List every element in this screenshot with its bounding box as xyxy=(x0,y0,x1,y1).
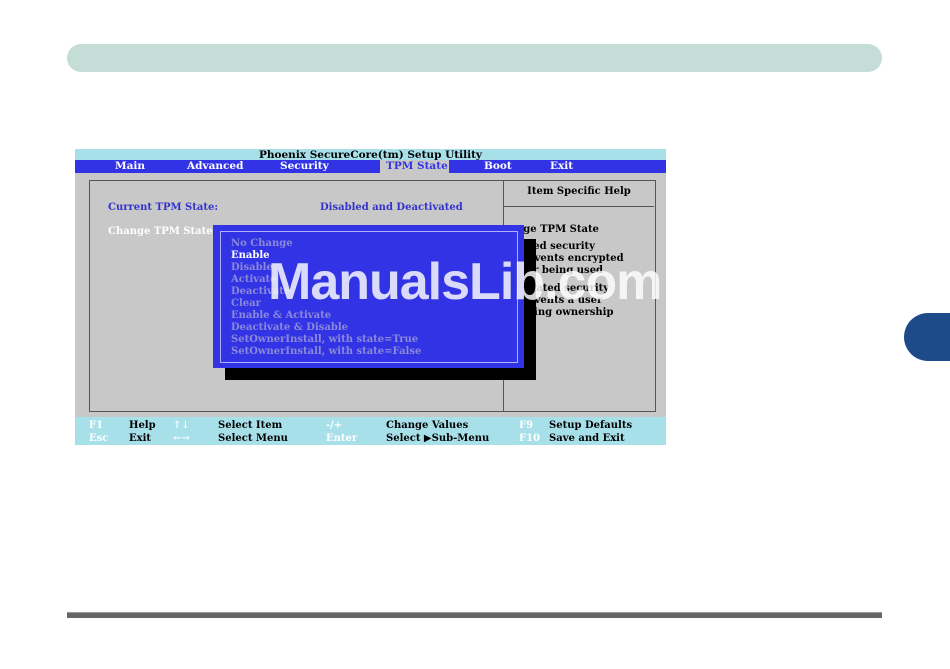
key-enter-label: Select ▶Sub-Menu xyxy=(386,433,490,444)
help-line: nge TPM State xyxy=(516,224,599,235)
page-footer-line xyxy=(67,612,882,618)
page-header-bar xyxy=(67,44,882,72)
menu-security[interactable]: Security xyxy=(280,160,329,173)
help-title: Item Specific Help xyxy=(527,186,631,197)
key-f9: F9 xyxy=(519,420,534,431)
menu-boot[interactable]: Boot xyxy=(484,160,512,173)
chapter-tab xyxy=(904,313,950,361)
key-esc-label: Exit xyxy=(129,433,152,444)
key-f1: F1 xyxy=(89,420,104,431)
key-f10-label: Save and Exit xyxy=(549,433,625,444)
key-plusminus: -/+ xyxy=(326,420,343,431)
current-tpm-value: Disabled and Deactivated xyxy=(320,202,463,213)
option-setownerinstall-true[interactable]: SetOwnerInstall, with state=True xyxy=(231,334,418,345)
key-leftright-label: Select Menu xyxy=(218,433,288,444)
option-enable[interactable]: Enable xyxy=(231,250,270,261)
key-esc: Esc xyxy=(89,433,109,444)
option-setownerinstall-false[interactable]: SetOwnerInstall, with state=False xyxy=(231,346,421,357)
help-header-line xyxy=(504,206,654,207)
key-updown-label: Select Item xyxy=(218,420,283,431)
menu-exit[interactable]: Exit xyxy=(550,160,573,173)
key-enter: Enter xyxy=(326,433,358,444)
menu-advanced[interactable]: Advanced xyxy=(187,160,243,173)
key-f9-label: Setup Defaults xyxy=(549,420,633,431)
menu-tpm-state[interactable]: TPM State xyxy=(380,160,449,173)
key-f1-label: Help xyxy=(129,420,156,431)
watermark-logo: ManualsLib.com xyxy=(268,253,662,311)
bios-menubar: Main Advanced Security TPM State Boot Ex… xyxy=(75,160,666,173)
key-updown: ↑↓ xyxy=(173,420,190,431)
key-leftright: ←→ xyxy=(173,433,190,444)
bios-title: Phoenix SecureCore(tm) Setup Utility xyxy=(75,149,666,161)
option-disable[interactable]: Disable xyxy=(231,262,273,273)
bios-statusbar: F1 Help ↑↓ Select Item -/+ Change Values… xyxy=(75,417,666,445)
option-clear[interactable]: Clear xyxy=(231,298,261,309)
key-f10: F10 xyxy=(519,433,541,444)
change-tpm-label[interactable]: Change TPM State xyxy=(108,226,213,237)
current-tpm-label: Current TPM State: xyxy=(108,202,219,213)
option-deactivate-disable[interactable]: Deactivate & Disable xyxy=(231,322,348,333)
key-plusminus-label: Change Values xyxy=(386,420,469,431)
option-no-change[interactable]: No Change xyxy=(231,238,293,249)
menu-main[interactable]: Main xyxy=(115,160,145,173)
